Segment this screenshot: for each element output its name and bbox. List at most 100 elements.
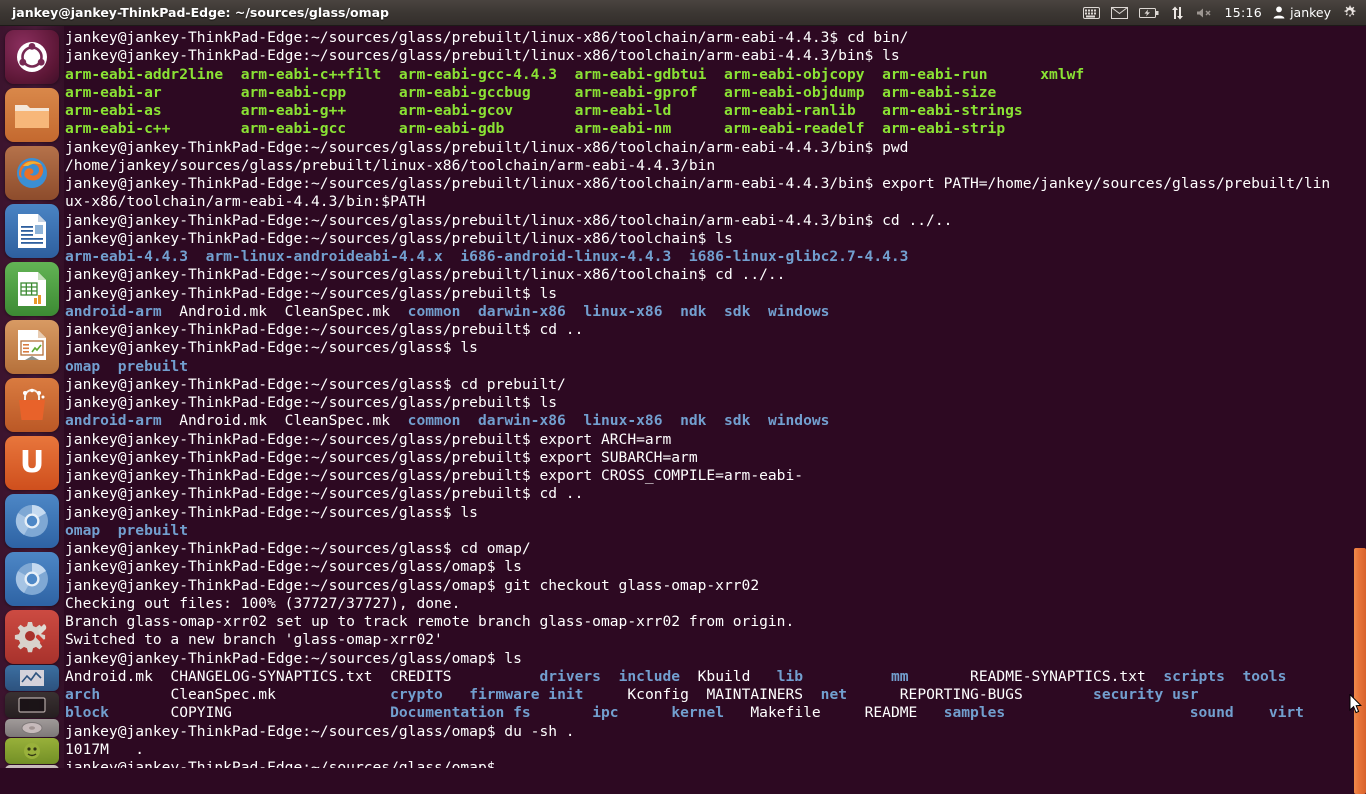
terminal-text: linux-x86 (583, 302, 663, 320)
launcher-item-libreoffice-writer[interactable] (5, 204, 59, 258)
launcher-item-system-settings[interactable] (5, 610, 59, 664)
launcher-item-files[interactable] (5, 88, 59, 142)
chromium-icon (15, 504, 48, 537)
terminal-text: usr (1172, 686, 1199, 703)
presentation-icon (18, 330, 46, 360)
terminal-text: firmware (469, 686, 540, 703)
terminal-line: arm-eabi-ar arm-eabi-cpp arm-eabi-gccbug… (65, 84, 1366, 102)
terminal-line: jankey@jankey-ThinkPad-Edge:~/sources/gl… (65, 212, 1366, 230)
terminal-scrollbar-thumb[interactable] (1354, 548, 1366, 794)
launcher-item-firefox[interactable] (5, 146, 59, 200)
terminal-text: 1017M . (65, 740, 145, 758)
terminal-line: jankey@jankey-ThinkPad-Edge:~/sources/gl… (65, 540, 1366, 558)
launcher-item-ubuntu-one[interactable]: U (5, 436, 59, 490)
terminal-text: jankey@jankey-ThinkPad-Edge:~/sources/gl… (65, 759, 505, 768)
terminal-text: jankey@jankey-ThinkPad-Edge:~/sources/gl… (65, 138, 909, 156)
terminal-line: jankey@jankey-ThinkPad-Edge:~/sources/gl… (65, 485, 1366, 503)
terminal-text: fs (513, 704, 531, 722)
terminal-line: Android.mk CHANGELOG-SYNAPTICS.txt CREDI… (65, 668, 1366, 686)
volume-muted-icon[interactable] (1196, 7, 1214, 19)
firefox-icon (17, 158, 47, 188)
terminal-line: jankey@jankey-ThinkPad-Edge:~/sources/gl… (65, 175, 1366, 193)
terminal-text: jankey@jankey-ThinkPad-Edge:~/sources/gl… (65, 211, 953, 229)
launcher-item-chromium-1[interactable] (5, 494, 59, 548)
terminal-text: jankey@jankey-ThinkPad-Edge:~/sources/gl… (65, 375, 566, 393)
terminal-line: block COPYING Documentation fs ipc kerne… (65, 704, 1366, 722)
gear-icon[interactable] (1342, 5, 1357, 20)
terminal-text: scripts (1163, 667, 1225, 685)
terminal-text: mm (890, 667, 909, 685)
terminal-line: jankey@jankey-ThinkPad-Edge:~/sources/gl… (65, 759, 1366, 768)
terminal-line: arm-eabi-as arm-eabi-g++ arm-eabi-gcov a… (65, 102, 1366, 120)
terminal-line: android-arm Android.mk CleanSpec.mk comm… (65, 412, 1366, 430)
terminal-text: samples (943, 704, 1006, 722)
terminal-line: 1017M . (65, 741, 1366, 759)
terminal-line: android-arm Android.mk CleanSpec.mk comm… (65, 303, 1366, 321)
chart-icon (20, 670, 44, 686)
launcher-item-libreoffice-impress[interactable] (5, 320, 59, 374)
keyboard-icon[interactable] (1082, 6, 1100, 19)
terminal-text: include (618, 667, 681, 685)
terminal-line: jankey@jankey-ThinkPad-Edge:~/sources/gl… (65, 504, 1366, 522)
terminal-text: jankey@jankey-ThinkPad-Edge:~/sources/gl… (65, 722, 575, 740)
terminal-text: jankey@jankey-ThinkPad-Edge:~/sources/gl… (65, 576, 760, 594)
terminal-line: arm-eabi-4.4.3 arm-linux-androideabi-4.4… (65, 248, 1366, 266)
terminal-text: drivers (539, 667, 601, 685)
launcher-item-stacked-4[interactable] (5, 738, 59, 764)
terminal-line: jankey@jankey-ThinkPad-Edge:~/sources/gl… (65, 431, 1366, 449)
terminal-text: CleanSpec.mk (100, 686, 391, 703)
launcher-item-stacked-2[interactable] (5, 692, 59, 718)
launcher-item-stacked-3[interactable] (5, 719, 59, 737)
terminal-text: jankey@jankey-ThinkPad-Edge:~/sources/gl… (65, 321, 584, 338)
terminal-line: arm-eabi-c++ arm-eabi-gcc arm-eabi-gdb a… (65, 120, 1366, 138)
terminal-text: sound (1189, 704, 1234, 722)
terminal-line: Checking out files: 100% (37727/37727), … (65, 595, 1366, 613)
network-icon[interactable] (1170, 6, 1185, 20)
launcher-item-chromium-2[interactable] (5, 552, 59, 606)
ubuntu-logo-icon (17, 42, 47, 72)
terminal-text: jankey@jankey-ThinkPad-Edge:~/sources/gl… (65, 467, 804, 484)
envelope-icon[interactable] (1110, 6, 1128, 19)
terminal-line: jankey@jankey-ThinkPad-Edge:~/sources/gl… (65, 394, 1366, 412)
unity-launcher: U (0, 26, 64, 768)
terminal-text: android-arm (65, 302, 162, 320)
clock[interactable]: 15:16 (1225, 5, 1263, 20)
disc-icon (21, 722, 43, 734)
terminal-text: common (407, 412, 461, 430)
launcher-item-libreoffice-calc[interactable] (5, 262, 59, 316)
terminal-scrollbar-track[interactable] (1353, 26, 1366, 794)
username-label: jankey (1290, 5, 1331, 20)
launcher-item-ubuntu-software-center[interactable] (5, 378, 59, 432)
terminal-text: arm-eabi-ar arm-eabi-cpp arm-eabi-gccbug… (65, 83, 997, 101)
terminal-text: ndk (680, 302, 707, 320)
terminal-line: jankey@jankey-ThinkPad-Edge:~/sources/gl… (65, 139, 1366, 157)
terminal-text: virt (1268, 704, 1304, 722)
terminal-text: COPYING (108, 704, 391, 722)
user-menu[interactable]: jankey (1273, 5, 1331, 20)
launcher-item-stacked-1[interactable] (5, 665, 59, 691)
terminal-text: arm-eabi-addr2line arm-eabi-c++filt arm-… (65, 65, 1085, 83)
terminal-text: Makefile README (724, 704, 944, 722)
terminal-line: jankey@jankey-ThinkPad-Edge:~/sources/gl… (65, 47, 1366, 65)
terminal-text: tools (1242, 667, 1287, 685)
terminal-text: jankey@jankey-ThinkPad-Edge:~/sources/gl… (65, 284, 558, 302)
terminal-window[interactable]: jankey@jankey-ThinkPad-Edge:~/sources/gl… (64, 26, 1366, 768)
terminal-text: jankey@jankey-ThinkPad-Edge:~/sources/gl… (65, 540, 531, 557)
terminal-text: README-SYNAPTICS.txt (908, 667, 1164, 685)
battery-icon[interactable] (1138, 7, 1159, 19)
settings-gear-wrench-icon (14, 622, 47, 653)
terminal-line: ux-x86/toolchain/arm-eabi-4.4.3/bin:$PAT… (65, 193, 1366, 211)
launcher-item-ubuntu-dash[interactable] (5, 30, 59, 84)
